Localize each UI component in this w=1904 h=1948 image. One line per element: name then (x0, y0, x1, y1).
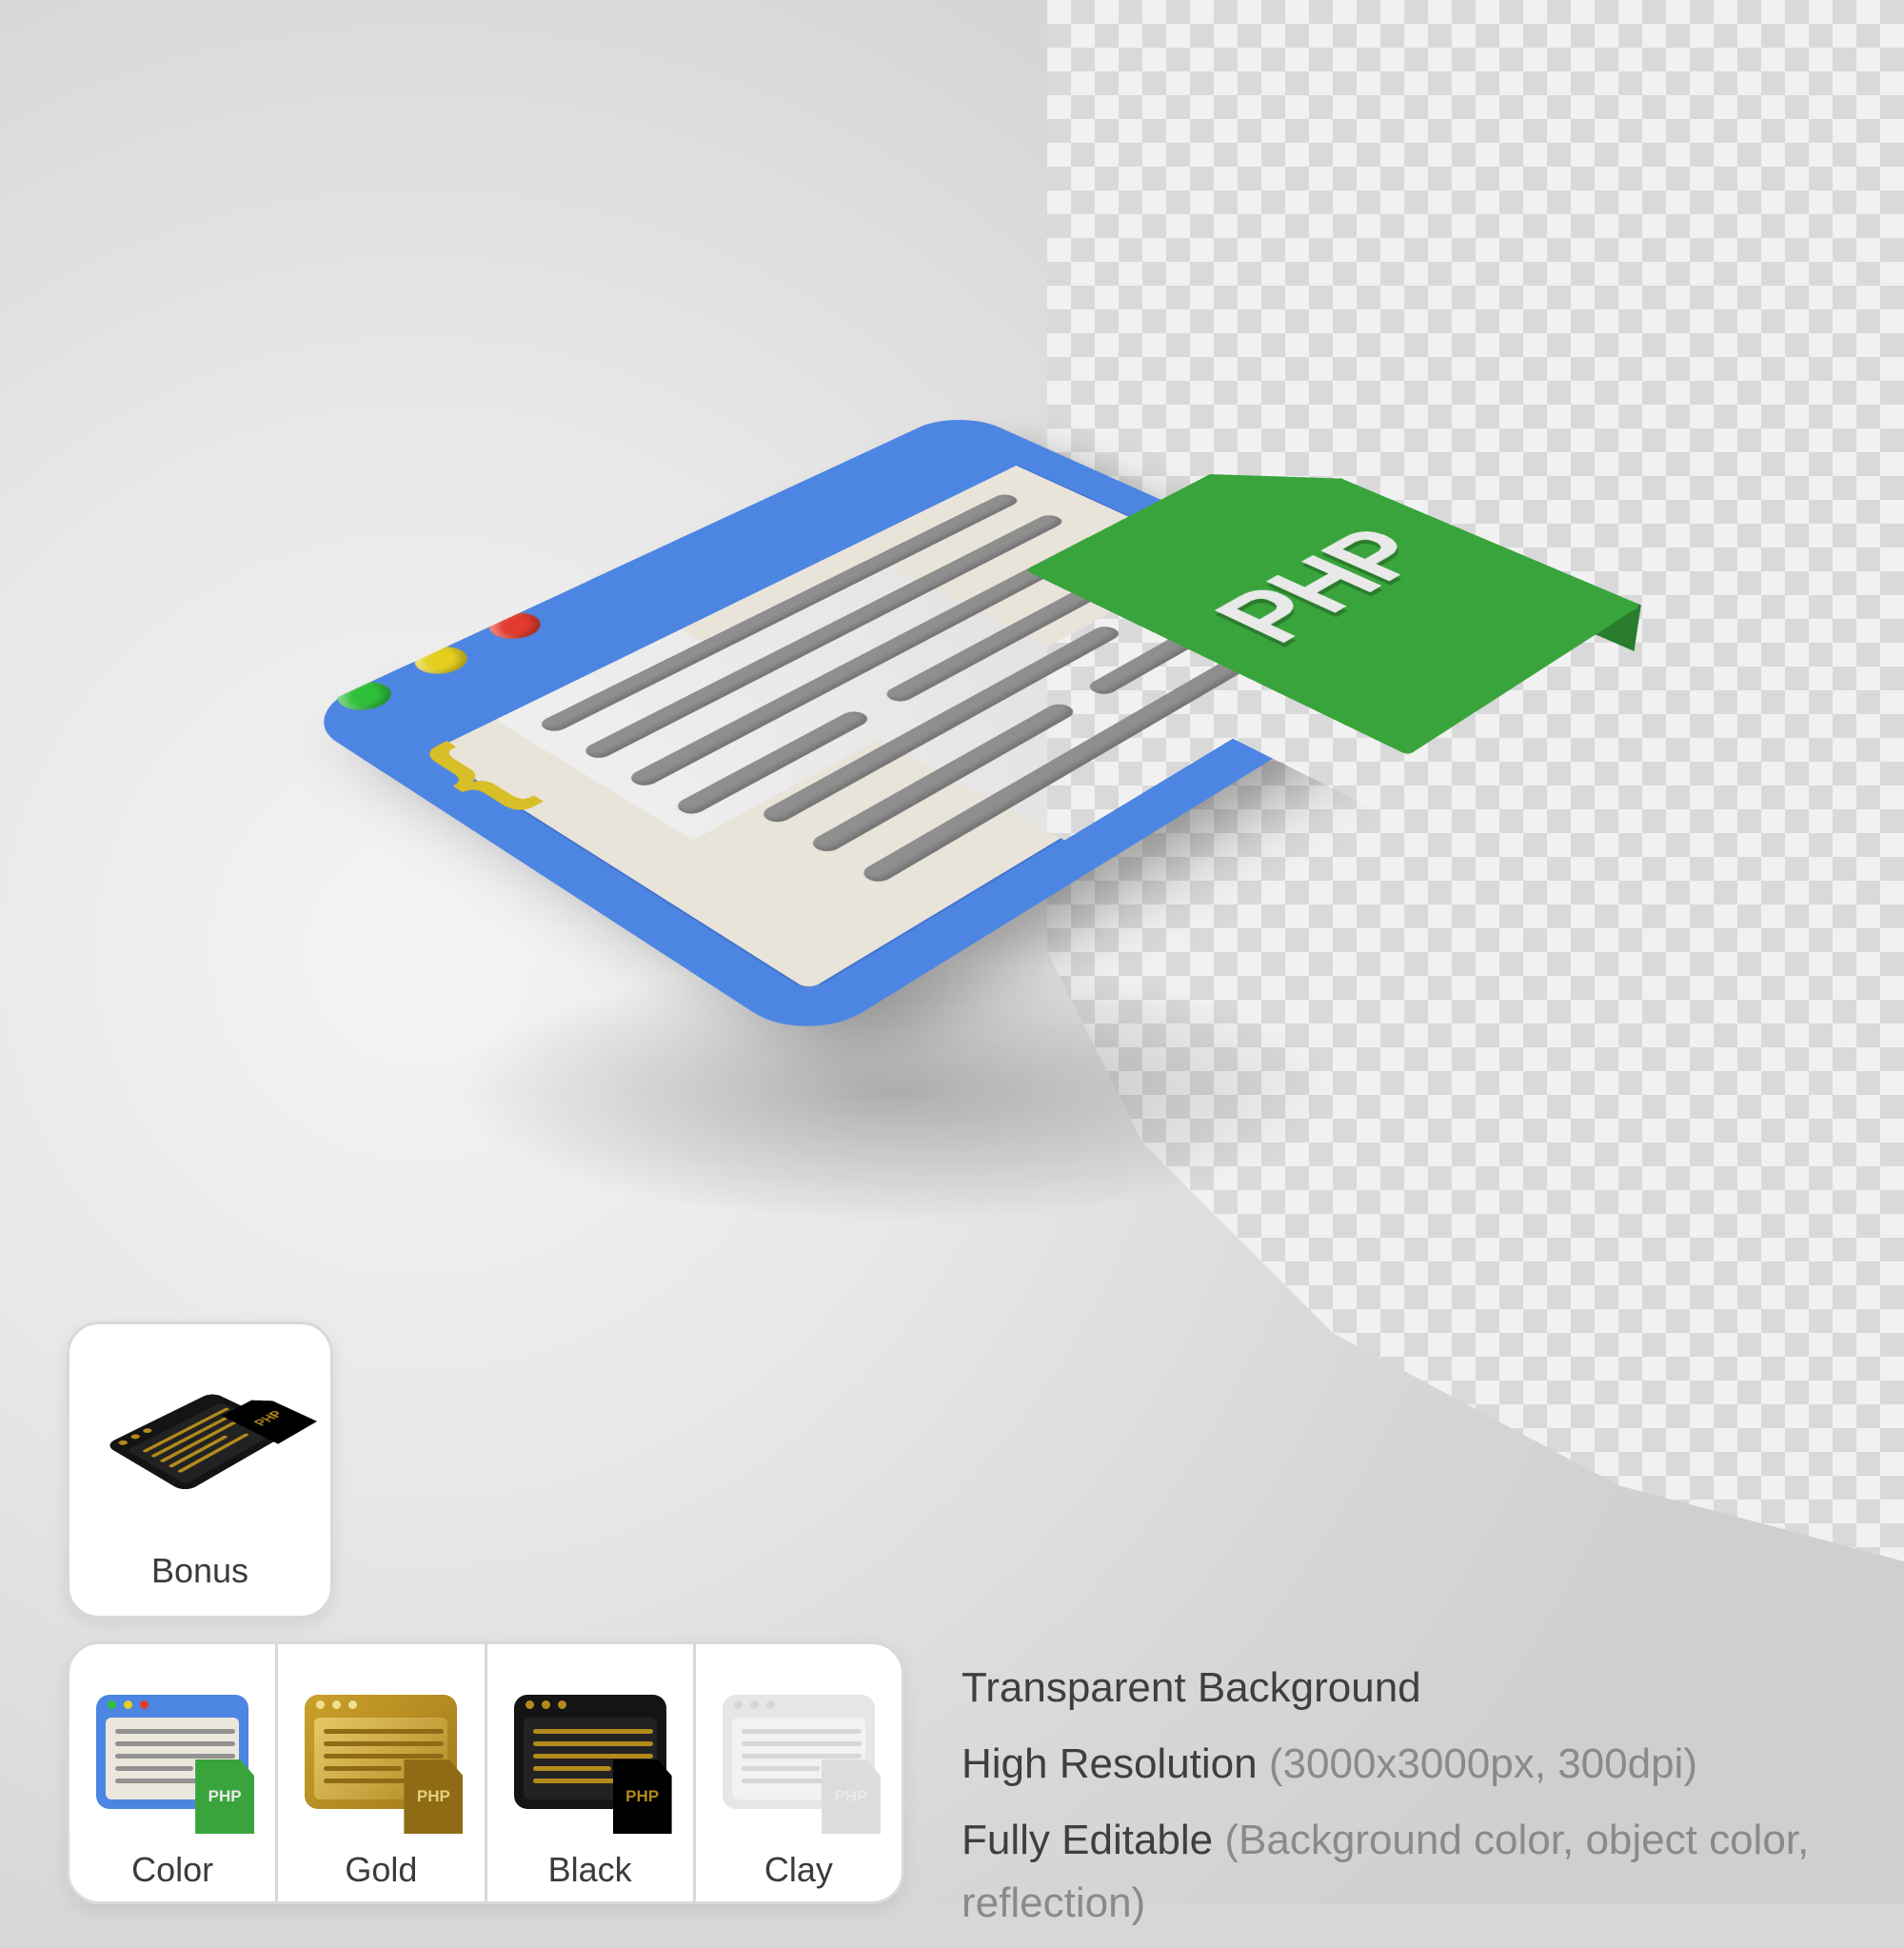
mini-php-tag: PHP (822, 1759, 882, 1836)
feature-list: Transparent Background High Resolution (… (962, 1657, 1837, 1948)
feature-high-res-detail: (3000x3000px, 300dpi) (1269, 1740, 1697, 1787)
curly-brace-open-icon: { (389, 728, 548, 824)
feature-high-res: High Resolution (962, 1740, 1269, 1787)
bonus-variant-label: Bonus (69, 1551, 330, 1591)
code-window-icon: { } PHP (297, 409, 1469, 1047)
variant-gold-label: Gold (345, 1850, 417, 1890)
variant-black-thumb-icon: PHP (514, 1695, 666, 1809)
variant-gold-thumb-icon: PHP (305, 1695, 457, 1809)
feature-transparent-bg: Transparent Background (962, 1664, 1421, 1711)
traffic-light-red-icon (479, 607, 551, 645)
traffic-light-yellow-icon (405, 641, 478, 680)
variant-clay-label: Clay (764, 1850, 833, 1890)
mini-php-tag: PHP (196, 1759, 256, 1836)
feature-editable: Fully Editable (962, 1817, 1224, 1863)
hero-3d-icon: { } PHP (276, 57, 1514, 1295)
variant-black-label: Black (548, 1850, 632, 1890)
bonus-thumbnail-icon: PHP (105, 1392, 293, 1493)
variant-black-cell[interactable]: PHP Black (487, 1644, 696, 1901)
variant-clay-thumb-icon: PHP (723, 1695, 875, 1809)
bonus-variant-card[interactable]: PHP Bonus (67, 1322, 333, 1619)
variant-strip: PHP Color PHP Gold PHP Black (67, 1641, 904, 1904)
mini-php-tag: PHP (613, 1759, 673, 1836)
traffic-light-green-icon (327, 676, 402, 716)
variant-color-cell[interactable]: PHP Color (69, 1644, 278, 1901)
variant-color-label: Color (131, 1850, 213, 1890)
variant-gold-cell[interactable]: PHP Gold (278, 1644, 486, 1901)
variant-clay-cell[interactable]: PHP Clay (696, 1644, 902, 1901)
mini-php-tag: PHP (405, 1759, 465, 1836)
variant-color-thumb-icon: PHP (96, 1695, 248, 1809)
